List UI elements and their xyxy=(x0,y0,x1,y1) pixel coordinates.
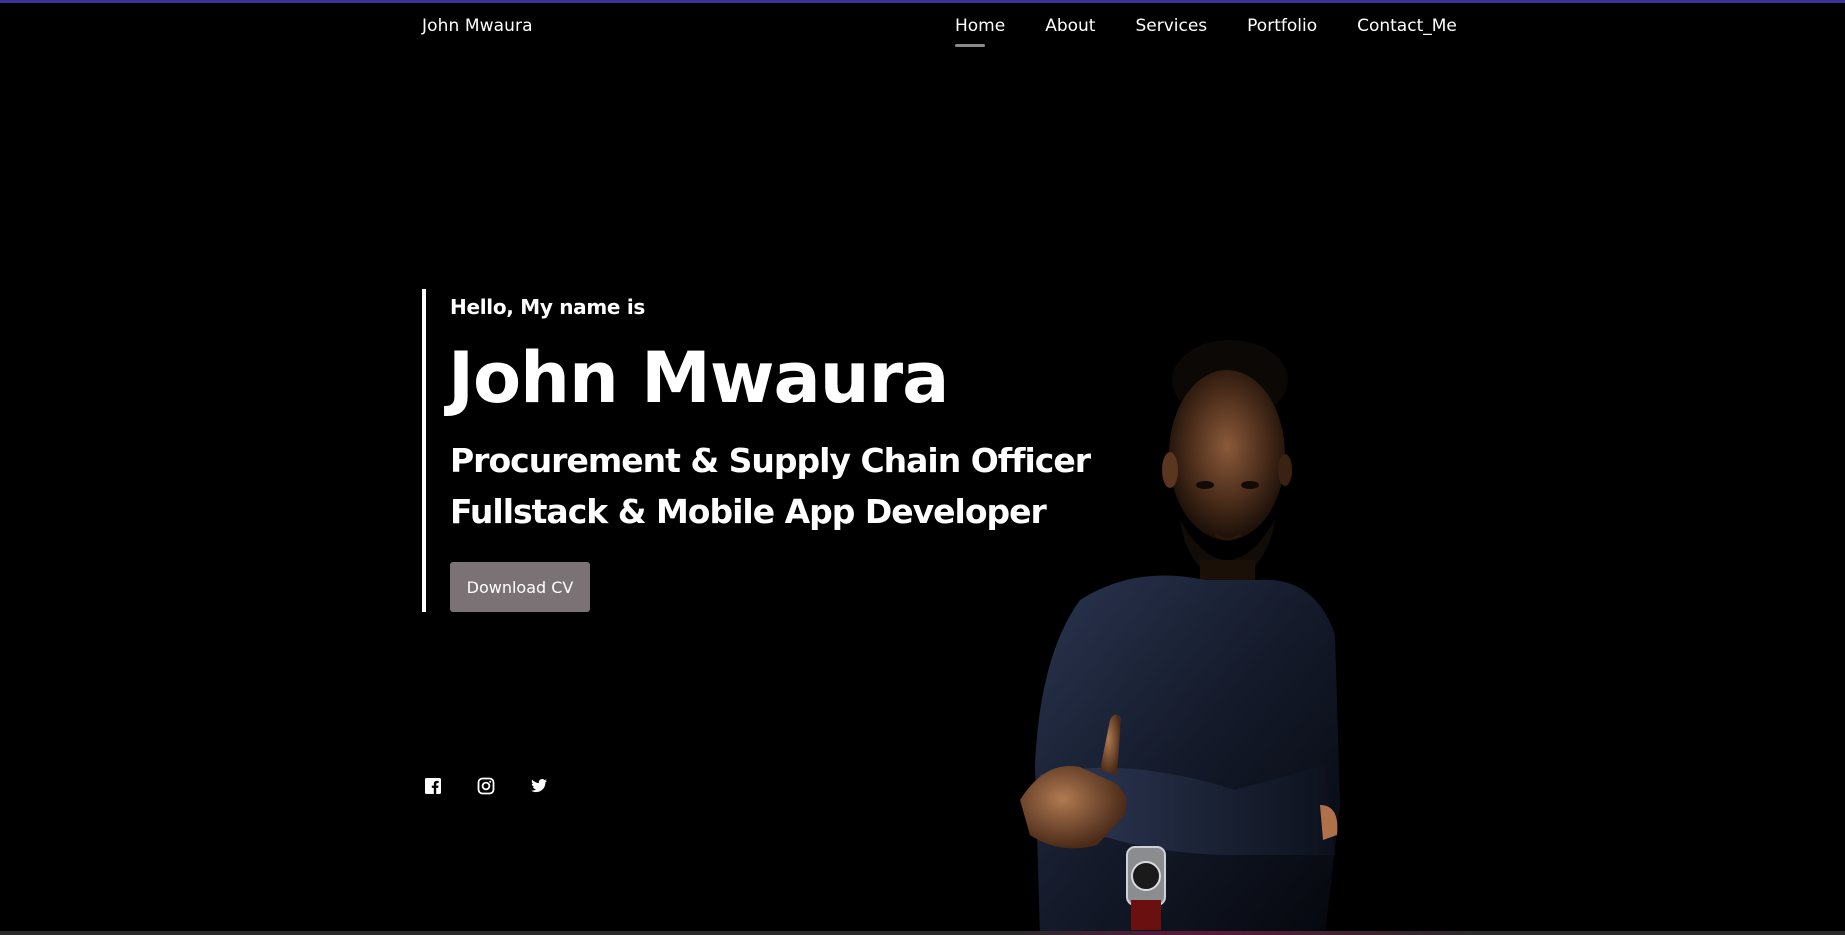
nav-contact[interactable]: Contact_Me xyxy=(1357,16,1457,36)
site-header: John Mwaura Home About Services Portfoli… xyxy=(0,3,1845,53)
hero-section: Hello, My name is John Mwaura Procuremen… xyxy=(422,289,1091,612)
hero-role-procurement: Procurement & Supply Chain Officer xyxy=(450,441,1091,480)
hero-name: John Mwaura xyxy=(448,337,949,419)
twitter-icon[interactable] xyxy=(530,777,548,795)
main-nav: Home About Services Portfolio Contact_Me xyxy=(955,16,1457,47)
download-cv-button[interactable]: Download CV xyxy=(450,562,590,612)
hero-role-developer: Fullstack & Mobile App Developer xyxy=(450,492,1047,531)
nav-about[interactable]: About xyxy=(1045,16,1095,36)
bottom-accent-strip xyxy=(0,931,1845,935)
nav-services[interactable]: Services xyxy=(1135,16,1207,36)
facebook-icon[interactable] xyxy=(424,777,442,795)
page: John Mwaura Home About Services Portfoli… xyxy=(0,0,1845,935)
brand-logo-text[interactable]: John Mwaura xyxy=(422,16,533,36)
profile-portrait-image xyxy=(1020,340,1340,935)
social-links xyxy=(424,777,548,795)
instagram-icon[interactable] xyxy=(477,777,495,795)
nav-home[interactable]: Home xyxy=(955,16,1005,47)
hero-greeting: Hello, My name is xyxy=(450,295,645,319)
nav-portfolio[interactable]: Portfolio xyxy=(1247,16,1317,36)
